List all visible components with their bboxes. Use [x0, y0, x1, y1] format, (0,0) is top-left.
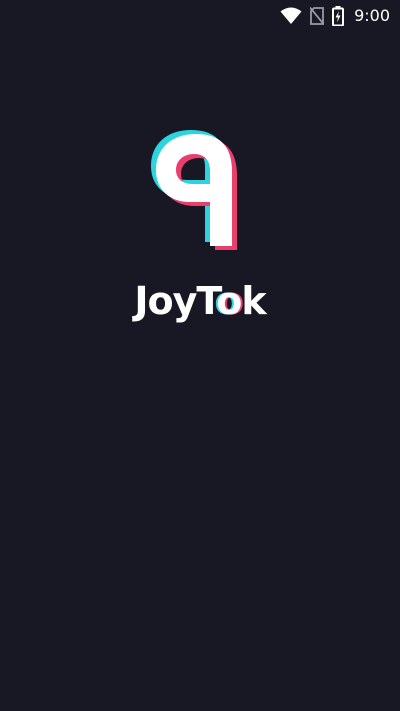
app-name-accent-letter: o: [216, 279, 242, 323]
no-sim-icon: [310, 7, 325, 25]
battery-charging-icon: [332, 6, 345, 26]
app-name: JoyTok: [0, 278, 400, 324]
status-time: 9:00: [354, 6, 390, 25]
status-bar: 9:00: [0, 0, 400, 32]
app-name-suffix: k: [241, 279, 266, 323]
joytok-logo-icon: [148, 124, 252, 254]
wifi-icon: [280, 7, 302, 25]
app-name-prefix: JoyT: [134, 279, 217, 323]
status-icons: 9:00: [280, 5, 390, 27]
